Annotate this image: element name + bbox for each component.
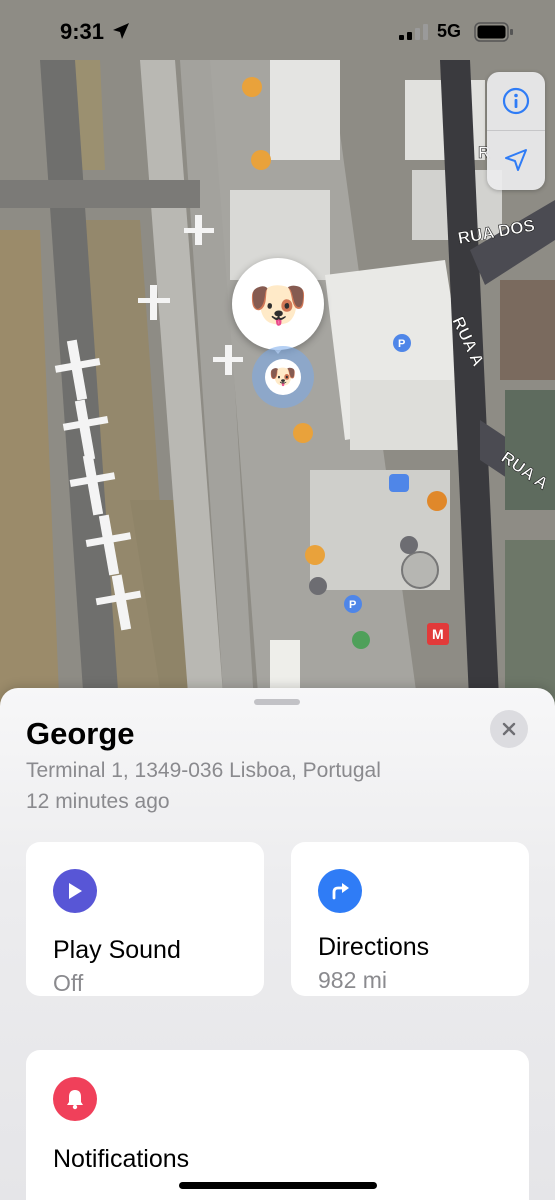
bell-icon — [53, 1077, 97, 1121]
track-location-button[interactable] — [487, 131, 545, 189]
map-info-button[interactable] — [487, 72, 545, 130]
map-controls — [487, 72, 545, 190]
dog-emoji-icon: 🐶 — [269, 364, 297, 389]
device-location-dot[interactable]: 🐶 — [265, 359, 301, 395]
directions-card[interactable]: Directions 982 mi — [291, 842, 529, 996]
device-detail-sheet: George Terminal 1, 1349-036 Lisboa, Port… — [0, 688, 555, 1200]
status-time: 9:31 — [60, 19, 105, 44]
play-sound-title: Play Sound — [53, 936, 181, 964]
shopping-icon: M — [432, 626, 444, 642]
parking-icon: P — [398, 338, 405, 350]
close-button[interactable] — [490, 710, 528, 748]
device-address: Terminal 1, 1349-036 Lisboa, Portugal — [26, 759, 381, 782]
battery-icon — [474, 22, 513, 42]
device-pin[interactable]: 🐶 — [232, 258, 324, 350]
home-indicator[interactable] — [179, 1182, 377, 1189]
location-arrow-icon — [505, 149, 527, 171]
notifications-title: Notifications — [53, 1145, 190, 1173]
satellite-map[interactable]: P P M RUA DOS RUA A RUA A R 🐶 🐶 — [0, 0, 555, 720]
notifications-card[interactable]: Notifications — [26, 1050, 529, 1200]
status-bar: 9:31 5G — [0, 0, 555, 62]
turn-right-arrow-icon — [318, 869, 362, 913]
close-icon — [502, 722, 516, 736]
device-name: George — [26, 716, 135, 751]
location-services-icon — [113, 23, 129, 39]
play-sound-status: Off — [53, 970, 84, 996]
sheet-grabber[interactable] — [254, 699, 300, 705]
dog-emoji-icon: 🐶 — [248, 278, 308, 332]
directions-distance: 982 mi — [318, 967, 388, 993]
last-seen-time: 12 minutes ago — [26, 790, 170, 813]
play-sound-card[interactable]: Play Sound Off — [26, 842, 264, 996]
info-icon — [502, 87, 530, 115]
cellular-signal-icon — [399, 24, 428, 40]
parking-icon: P — [349, 599, 356, 611]
directions-title: Directions — [318, 933, 430, 961]
network-type: 5G — [437, 21, 462, 41]
play-icon — [53, 869, 97, 913]
